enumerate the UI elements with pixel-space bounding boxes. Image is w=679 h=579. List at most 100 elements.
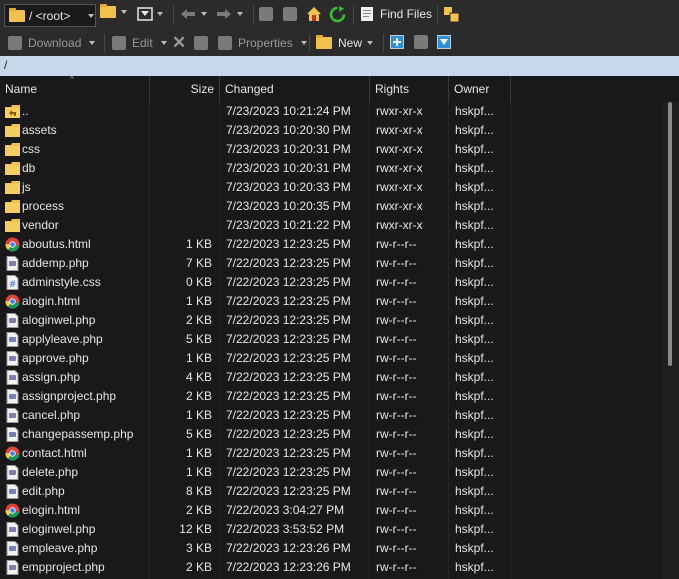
parent-dir-button[interactable] — [283, 7, 297, 21]
file-row[interactable]: addemp.php 7 KB 7/22/2023 12:23:25 PM rw-r-… — [0, 254, 660, 273]
php-icon — [5, 427, 20, 442]
file-toolbar: Download Edit ✕ Properties New — [0, 30, 679, 56]
new-button[interactable]: New — [316, 34, 374, 52]
css-icon: # — [5, 275, 20, 290]
column-owner-header[interactable]: Owner — [449, 76, 511, 102]
file-rights: rw-r--r-- — [376, 237, 417, 251]
scrollbar-thumb[interactable] — [668, 102, 672, 366]
file-row[interactable]: assign.php 4 KB 7/22/2023 12:23:25 PM rw-r-… — [0, 368, 660, 387]
properties-button[interactable]: Properties — [218, 34, 307, 52]
file-changed: 7/22/2023 12:23:25 PM — [226, 427, 351, 441]
forward-button[interactable] — [216, 7, 243, 21]
file-size — [150, 140, 212, 159]
file-name: assign.php — [22, 370, 81, 384]
file-row[interactable]: vendor 7/23/2023 10:21:22 PM rwxr-xr-x hskp… — [0, 216, 660, 235]
file-row[interactable]: css 7/23/2023 10:20:31 PM rwxr-xr-x hskpf..… — [0, 140, 660, 159]
filter-icon — [137, 7, 153, 21]
refresh-button[interactable] — [329, 6, 346, 23]
filter-toggle-button[interactable] — [437, 35, 451, 49]
properties-icon — [218, 36, 232, 50]
file-size — [150, 216, 212, 235]
rename-button[interactable] — [194, 34, 208, 52]
file-rights: rw-r--r-- — [376, 465, 417, 479]
file-name: vendor — [22, 218, 59, 232]
file-row[interactable]: changepassemp.php 5 KB 7/22/2023 12:23:25 … — [0, 425, 660, 444]
file-row[interactable]: empproject.php 2 KB 7/22/2023 12:23:26 PM r… — [0, 558, 660, 577]
file-row[interactable]: elogin.html 2 KB 7/22/2023 3:04:27 PM rw-r-… — [0, 501, 660, 520]
file-row[interactable]: js 7/23/2023 10:20:33 PM rwxr-xr-x hskpf... — [0, 178, 660, 197]
file-row[interactable]: db 7/23/2023 10:20:31 PM rwxr-xr-x hskpf... — [0, 159, 660, 178]
file-row[interactable]: assets 7/23/2023 10:20:30 PM rwxr-xr-x hskp… — [0, 121, 660, 140]
file-row[interactable]: # adminstyle.css 0 KB 7/22/2023 12:23:25 PM… — [0, 273, 660, 292]
folder-icon — [5, 142, 20, 157]
back-arrow-icon — [181, 9, 195, 19]
file-size: 2 KB — [185, 560, 212, 574]
file-rights: rw-r--r-- — [376, 275, 417, 289]
directory-dropdown-button[interactable] — [85, 4, 97, 27]
edit-button[interactable]: Edit — [112, 34, 167, 52]
column-changed-header[interactable]: Changed — [220, 76, 370, 102]
back-button[interactable] — [180, 7, 207, 21]
file-rights: rwxr-xr-x — [376, 218, 423, 232]
column-size-header[interactable]: Size — [150, 76, 220, 102]
file-size: 1 KB — [185, 237, 212, 251]
file-changed: 7/23/2023 10:20:35 PM — [226, 199, 351, 213]
file-name: changepassemp.php — [22, 427, 134, 441]
column-size-label: Size — [190, 82, 214, 96]
column-rights-header[interactable]: Rights — [370, 76, 449, 102]
php-icon — [5, 465, 20, 480]
current-path: / — [4, 58, 8, 72]
file-row[interactable]: empleave.php 3 KB 7/22/2023 12:23:26 PM rw-… — [0, 539, 660, 558]
file-row[interactable]: process 7/23/2023 10:20:35 PM rwxr-xr-x hsk… — [0, 197, 660, 216]
file-row[interactable]: eloginwel.php 12 KB 7/22/2023 3:53:52 PM rw… — [0, 520, 660, 539]
filter-button[interactable] — [137, 6, 163, 22]
file-owner: hskpf... — [455, 123, 494, 137]
file-row[interactable]: delete.php 1 KB 7/22/2023 12:23:25 PM rw-r-… — [0, 463, 660, 482]
expand-button[interactable] — [390, 35, 404, 49]
file-changed: 7/22/2023 12:23:25 PM — [226, 332, 351, 346]
file-rights: rw-r--r-- — [376, 370, 417, 384]
main-toolbar: / <root> Find Files — [0, 0, 679, 30]
file-changed: 7/22/2023 12:23:25 PM — [226, 370, 351, 384]
file-size — [150, 197, 212, 216]
file-changed: 7/23/2023 10:20:31 PM — [226, 142, 351, 156]
column-name-header[interactable]: Name ^ — [0, 75, 150, 102]
php-icon — [5, 522, 20, 537]
file-rights: rw-r--r-- — [376, 294, 417, 308]
file-owner: hskpf... — [455, 408, 494, 422]
directory-combo[interactable]: / <root> — [4, 4, 96, 27]
download-button[interactable]: Download — [8, 34, 96, 52]
file-owner: hskpf... — [455, 142, 494, 156]
find-files-button[interactable]: Find Files — [360, 6, 432, 22]
file-row[interactable]: aboutus.html 1 KB 7/22/2023 12:23:25 PM rw-… — [0, 235, 660, 254]
file-name: aboutus.html — [22, 237, 91, 251]
file-changed: 7/22/2023 12:23:25 PM — [226, 313, 351, 327]
file-row[interactable]: .. 7/23/2023 10:21:24 PM rwxr-xr-x hskpf... — [0, 102, 660, 121]
file-changed: 7/22/2023 12:23:25 PM — [226, 465, 351, 479]
file-name: applyleave.php — [22, 332, 103, 346]
parent-folder-icon — [283, 7, 297, 21]
path-bar[interactable]: / — [0, 56, 679, 76]
vertical-scrollbar[interactable] — [661, 102, 679, 579]
file-changed: 7/23/2023 10:20:31 PM — [226, 161, 351, 175]
file-row[interactable]: alogin.html 1 KB 7/22/2023 12:23:25 PM rw-r… — [0, 292, 660, 311]
file-row[interactable]: assignproject.php 2 KB 7/22/2023 12:23:25 … — [0, 387, 660, 406]
collapse-button[interactable] — [414, 35, 428, 49]
file-owner: hskpf... — [455, 104, 494, 118]
file-row[interactable]: cancel.php 1 KB 7/22/2023 12:23:25 PM rw-r-… — [0, 406, 660, 425]
file-row[interactable]: contact.html 1 KB 7/22/2023 12:23:25 PM rw-… — [0, 444, 660, 463]
file-row[interactable]: applyleave.php 5 KB 7/22/2023 12:23:25 PM r… — [0, 330, 660, 349]
file-changed: 7/22/2023 12:23:25 PM — [226, 408, 351, 422]
file-size: 1 KB — [185, 294, 212, 308]
open-folder-button[interactable] — [100, 4, 127, 18]
queue-button[interactable] — [444, 7, 460, 23]
file-row[interactable]: aloginwel.php 2 KB 7/22/2023 12:23:25 PM rw… — [0, 311, 660, 330]
file-size: 7 KB — [185, 256, 212, 270]
php-icon — [5, 370, 20, 385]
home-button[interactable] — [306, 6, 322, 22]
file-row[interactable]: edit.php 8 KB 7/22/2023 12:23:25 PM rw-r--r… — [0, 482, 660, 501]
file-row[interactable]: approve.php 1 KB 7/22/2023 12:23:25 PM rw-r… — [0, 349, 660, 368]
forward-arrow-icon — [217, 9, 231, 19]
delete-button[interactable]: ✕ — [172, 33, 186, 52]
root-dir-button[interactable] — [259, 7, 273, 21]
